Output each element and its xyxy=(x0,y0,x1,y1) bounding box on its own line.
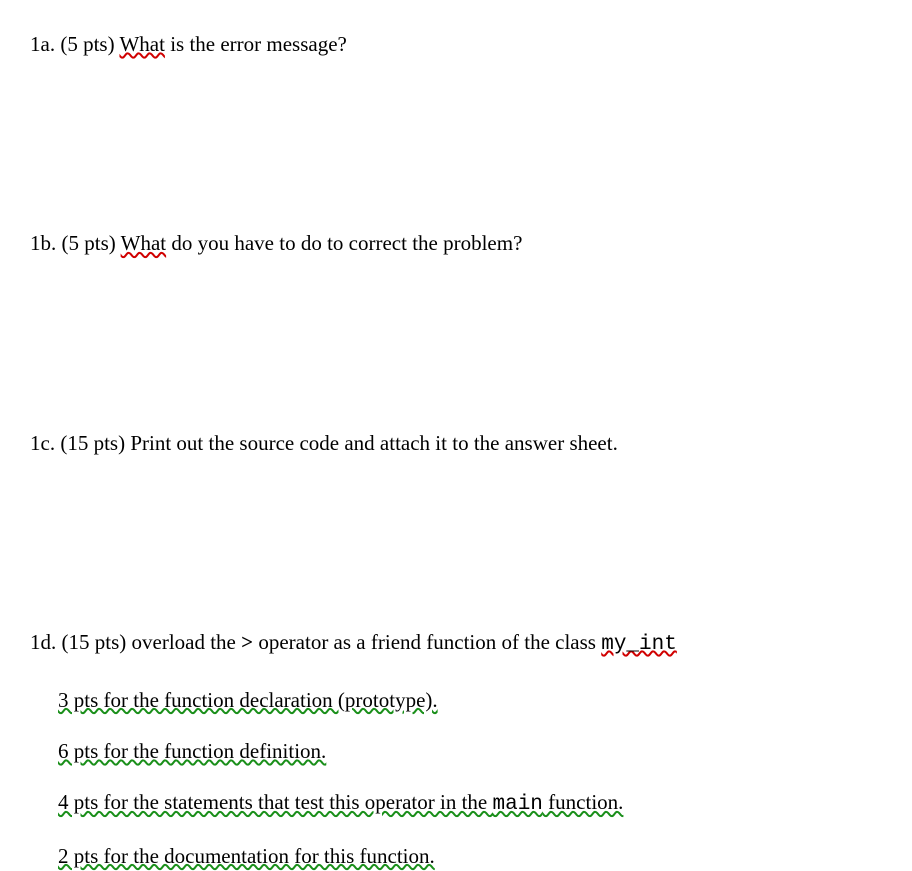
question-text: do you have to do to correct the problem… xyxy=(166,231,522,255)
question-1a: 1a. (5 pts) What is the error message? xyxy=(30,30,882,59)
question-points: (5 pts) xyxy=(62,231,121,255)
operator-symbol: > xyxy=(241,630,253,654)
grammar-word: 4 pts for the statements that test this … xyxy=(58,790,493,814)
question-label: 1c. xyxy=(30,431,60,455)
grammar-word: 2 pts for the documentation for this fun… xyxy=(58,844,435,868)
grammar-word: 3 pts for the function declaration (prot… xyxy=(58,688,438,712)
spellcheck-word: What xyxy=(119,32,164,56)
question-points: (5 pts) xyxy=(60,32,119,56)
sub-item: 4 pts for the statements that test this … xyxy=(58,788,882,819)
question-label: 1a. xyxy=(30,32,60,56)
question-text: operator as a friend function of the cla… xyxy=(253,630,601,654)
class-name: my_int xyxy=(601,633,677,656)
sublist: 3 pts for the function declaration (prot… xyxy=(30,686,882,871)
sub-item: 2 pts for the documentation for this fun… xyxy=(58,842,882,871)
question-1b: 1b. (5 pts) What do you have to do to co… xyxy=(30,229,882,258)
question-text: overload the xyxy=(132,630,242,654)
spellcheck-word: What xyxy=(121,231,166,255)
question-label: 1b. xyxy=(30,231,62,255)
question-label: 1d. xyxy=(30,630,62,654)
question-points: (15 pts) xyxy=(60,431,130,455)
question-text: Print out the source code and attach it … xyxy=(130,431,618,455)
question-1c: 1c. (15 pts) Print out the source code a… xyxy=(30,429,882,458)
sub-item: 3 pts for the function declaration (prot… xyxy=(58,686,882,715)
question-1d: 1d. (15 pts) overload the > operator as … xyxy=(30,628,882,871)
question-text: is the error message? xyxy=(165,32,347,56)
grammar-word: function. xyxy=(543,790,623,814)
grammar-word: main xyxy=(493,793,543,816)
grammar-word: 6 pts for the function definition. xyxy=(58,739,326,763)
question-points: (15 pts) xyxy=(62,630,132,654)
sub-item: 6 pts for the function definition. xyxy=(58,737,882,766)
